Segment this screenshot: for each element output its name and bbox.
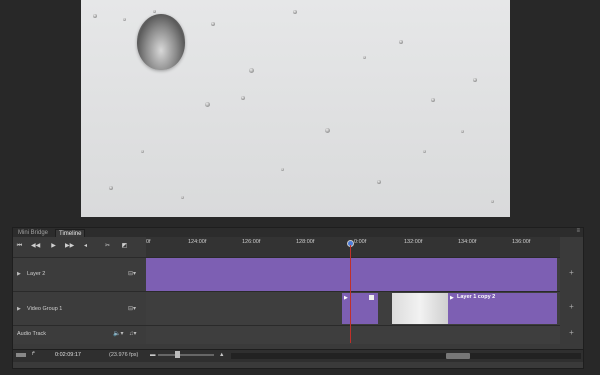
first-frame-icon[interactable]: ⏮ <box>15 242 24 251</box>
clip-expand-icon[interactable]: ▶ <box>344 295 348 301</box>
layer-2-clip[interactable] <box>146 258 557 291</box>
track-name: Layer 2 <box>27 271 46 277</box>
scrollbar-thumb[interactable] <box>446 353 470 359</box>
water-drop <box>109 186 113 190</box>
current-timecode[interactable]: 0:02:09:17 <box>55 352 81 358</box>
ruler-tick-label: 136:00f <box>512 239 531 245</box>
add-media-icon[interactable]: + <box>560 302 583 311</box>
track-lane-layer-2[interactable] <box>146 257 560 292</box>
play-icon[interactable]: ▶ <box>49 242 58 251</box>
panel-menu-icon[interactable]: ≡ <box>576 228 580 234</box>
expand-triangle-icon[interactable]: ▶ <box>17 306 21 312</box>
large-water-drop <box>137 14 185 70</box>
document-canvas[interactable] <box>81 0 510 217</box>
zoom-out-icon[interactable]: ▬ <box>150 352 156 358</box>
playhead-line <box>350 245 351 343</box>
clip-thumbnail <box>392 293 448 324</box>
track-options-icon[interactable]: ⊟▾ <box>128 270 136 277</box>
water-drop <box>205 102 210 107</box>
playback-controls: ⏮ ◀◀ ▶ ▶▶ ◂ ✂ ◩ <box>13 237 146 257</box>
water-drop <box>141 150 144 153</box>
render-icon[interactable] <box>16 353 26 357</box>
track-options-icon[interactable]: ⊟▾ <box>128 305 136 312</box>
water-drop <box>491 200 494 203</box>
video-clip[interactable]: ▶ <box>342 293 378 324</box>
timeline-panel: Mini Bridge Timeline ≡ ⏮ ◀◀ ▶ ▶▶ ◂ ✂ ◩ 0… <box>12 227 584 369</box>
ruler-tick-label: 124:00f <box>188 239 207 245</box>
water-drop <box>377 180 381 184</box>
split-scissors-icon[interactable]: ✂ <box>103 242 112 251</box>
add-media-icon[interactable]: + <box>560 268 583 277</box>
zoom-in-icon[interactable]: ▲ <box>219 352 224 358</box>
ruler-tick-label: 132:00f <box>404 239 423 245</box>
clip-expand-icon[interactable]: ▶ <box>450 295 454 301</box>
water-drop <box>93 14 97 18</box>
transition-icon[interactable]: ◩ <box>120 242 129 251</box>
track-header-video-group[interactable]: ▶ Video Group 1 ⊟▾ <box>13 291 146 326</box>
ruler-tick-label: 134:00f <box>458 239 477 245</box>
water-drop <box>281 168 284 171</box>
track-header-audio[interactable]: Audio Track 🔈▾ ♫▾ <box>13 325 146 344</box>
ruler-tick-label: 126:00f <box>242 239 261 245</box>
clip-thumbnail-icon <box>369 295 374 300</box>
audio-icon[interactable]: ◂ <box>81 242 90 251</box>
layer-1-copy-2-clip[interactable]: ▶ Layer 1 copy 2 <box>392 293 557 324</box>
water-drop <box>363 56 366 59</box>
panel-tab-bar: Mini Bridge Timeline ≡ <box>13 228 583 238</box>
music-note-icon[interactable]: ♫▾ <box>129 330 137 337</box>
timeline-status-bar: ↱ 0:02:09:17 (23.976 fps) ▬ ▲ <box>13 349 583 362</box>
track-name: Video Group 1 <box>27 306 63 312</box>
ruler-tick-label: 128:00f <box>296 239 315 245</box>
add-audio-icon[interactable]: + <box>560 328 583 337</box>
water-drop <box>211 22 215 26</box>
previous-frame-icon[interactable]: ◀◀ <box>31 242 40 251</box>
frame-rate: (23.976 fps) <box>109 352 139 358</box>
tab-mini-bridge[interactable]: Mini Bridge <box>15 229 51 237</box>
water-drop <box>461 130 464 133</box>
water-drop <box>325 128 330 133</box>
expand-triangle-icon[interactable]: ▶ <box>17 271 21 277</box>
water-drop <box>241 96 245 100</box>
water-drop <box>293 10 297 14</box>
next-frame-icon[interactable]: ▶▶ <box>65 242 74 251</box>
water-drop <box>399 40 403 44</box>
water-drop <box>181 196 184 199</box>
water-drop <box>431 98 435 102</box>
water-drop <box>249 68 254 73</box>
track-lane-audio[interactable] <box>146 325 560 344</box>
zoom-slider-handle[interactable] <box>175 351 180 358</box>
track-header-layer-2[interactable]: ▶ Layer 2 ⊟▾ <box>13 257 146 292</box>
ruler-tick-label: 0:00f <box>354 239 367 245</box>
track-lane-video-group[interactable]: ▶ ▶ Layer 1 copy 2 <box>146 291 560 326</box>
water-drop <box>423 150 426 153</box>
water-drop <box>153 10 156 13</box>
zoom-slider[interactable] <box>158 354 214 356</box>
ruler-tick-label: 0f <box>146 239 151 245</box>
track-name: Audio Track <box>17 331 47 337</box>
clip-label: Layer 1 copy 2 <box>457 294 496 300</box>
water-drop <box>473 78 477 82</box>
convert-icon[interactable]: ↱ <box>31 351 36 357</box>
water-drop <box>123 18 126 21</box>
speaker-icon[interactable]: 🔈▾ <box>113 330 123 337</box>
horizontal-scrollbar[interactable] <box>231 353 581 359</box>
